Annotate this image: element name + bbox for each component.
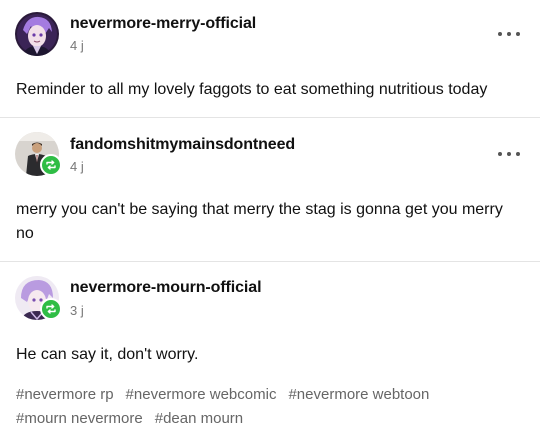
post-2: fandomshitmymainsdontneed 4 j merry you …: [0, 118, 540, 261]
post-timestamp[interactable]: 4 j: [70, 159, 84, 174]
post-body: He can say it, don't worry.: [16, 346, 199, 363]
post-username[interactable]: nevermore-mourn-official: [70, 279, 262, 297]
post-body: Reminder to all my lovely faggots to eat…: [16, 81, 488, 98]
tag-link[interactable]: #mourn nevermore: [16, 407, 143, 431]
post-1: nevermore-merry-official 4 j Reminder to…: [0, 0, 540, 118]
avatar[interactable]: [15, 12, 59, 56]
tag-link[interactable]: #nevermore webtoon: [288, 383, 429, 407]
tag-link[interactable]: #nevermore webcomic: [126, 383, 277, 407]
more-options-icon[interactable]: [498, 150, 520, 158]
purple-haired-character-avatar-icon: [15, 12, 59, 56]
post-3: nevermore-mourn-official 3 j He can say …: [0, 262, 540, 441]
post-timestamp[interactable]: 3 j: [70, 303, 84, 318]
post-timestamp[interactable]: 4 j: [70, 38, 84, 53]
more-options-icon[interactable]: [498, 30, 520, 38]
post-body: merry you can't be saying that merry the…: [16, 201, 503, 242]
reblog-icon: [40, 298, 62, 320]
tag-link[interactable]: #nevermore rp: [16, 383, 114, 407]
post-username[interactable]: nevermore-merry-official: [70, 15, 256, 33]
reblog-icon: [40, 154, 62, 176]
post-username[interactable]: fandomshitmymainsdontneed: [70, 136, 295, 154]
tag-link[interactable]: #dean mourn: [155, 407, 243, 431]
post-tags: #nevermore rp #nevermore webcomic #nevermo…: [16, 383, 524, 431]
